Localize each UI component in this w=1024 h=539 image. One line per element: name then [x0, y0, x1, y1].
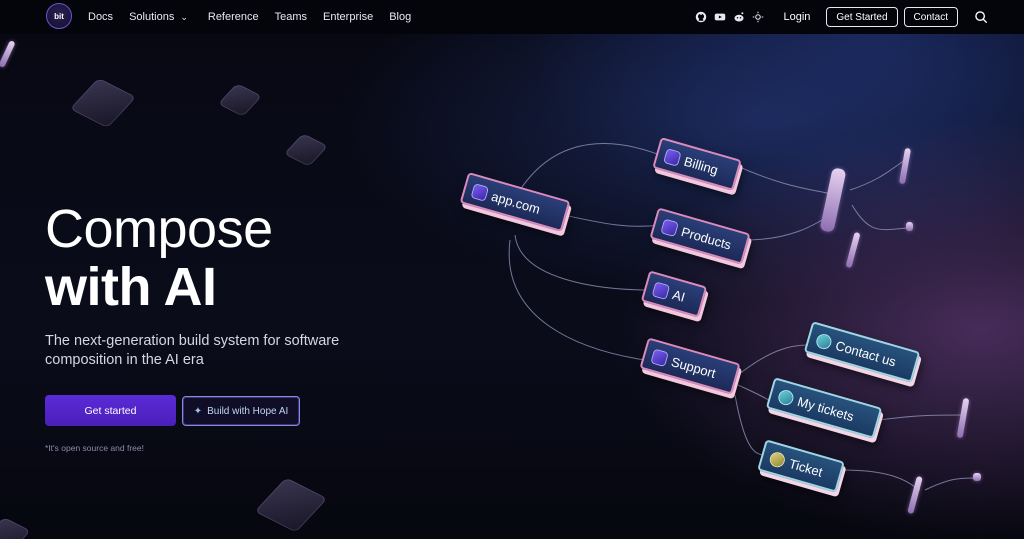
component-icon	[651, 349, 668, 366]
hero-title-line-1: Compose	[45, 199, 273, 259]
reddit-icon[interactable]	[733, 11, 745, 23]
component-icon	[471, 183, 488, 200]
connector-pill	[973, 473, 981, 481]
nav-link-label: Solutions	[129, 11, 175, 23]
chevron-down-icon: ⌄	[180, 11, 188, 22]
get-started-button[interactable]: Get started	[45, 395, 176, 426]
github-icon[interactable]	[695, 11, 707, 23]
nav-links: Docs Solutions ⌄ Reference Teams Enterpr…	[88, 0, 427, 34]
node-label: My tickets	[795, 393, 856, 424]
bit-logo[interactable]: bit	[46, 3, 72, 29]
node-label: Support	[669, 353, 718, 381]
nav-right: Login Get Started Contact	[695, 0, 988, 34]
nav-link-solutions[interactable]: Solutions ⌄	[129, 11, 188, 23]
component-icon	[777, 389, 795, 406]
get-started-nav-button[interactable]: Get Started	[826, 7, 898, 27]
top-nav: bit Docs Solutions ⌄ Reference Teams Ent…	[0, 0, 1024, 34]
nav-link-reference[interactable]: Reference	[208, 11, 259, 23]
sparkle-icon: ✦	[193, 405, 203, 417]
component-icon	[664, 148, 681, 166]
node-label: Billing	[682, 153, 720, 178]
nav-link-enterprise[interactable]: Enterprise	[323, 11, 373, 23]
node-label: app.com	[489, 188, 542, 217]
nav-link-blog[interactable]: Blog	[389, 11, 411, 23]
youtube-icon[interactable]	[714, 11, 726, 23]
connector-pill	[906, 222, 913, 231]
component-icon	[661, 219, 678, 236]
component-icon	[769, 451, 786, 468]
button-label: Build with Hope AI	[207, 405, 289, 417]
node-label: Ticket	[787, 455, 825, 480]
landing-page: app.com Billing Products AI Support Cont…	[0, 0, 1024, 539]
nav-link-docs[interactable]: Docs	[88, 11, 113, 23]
build-with-hope-ai-button[interactable]: ✦ Build with Hope AI	[182, 396, 300, 426]
hero-subtitle: The next-generation build system for sof…	[45, 333, 340, 368]
component-icon	[815, 333, 833, 350]
nav-link-teams[interactable]: Teams	[275, 11, 307, 23]
login-link[interactable]: Login	[783, 11, 810, 23]
hero-title-line-2: with AI	[45, 257, 217, 317]
hero-title: Compose with AI	[45, 200, 273, 316]
theme-toggle-icon[interactable]	[752, 11, 764, 23]
node-label: Products	[679, 223, 734, 253]
component-icon	[652, 282, 670, 299]
contact-button[interactable]: Contact	[903, 7, 958, 27]
search-icon[interactable]	[974, 10, 988, 24]
open-source-footnote: *It's open source and free!	[45, 443, 144, 453]
node-label: AI	[670, 286, 687, 305]
